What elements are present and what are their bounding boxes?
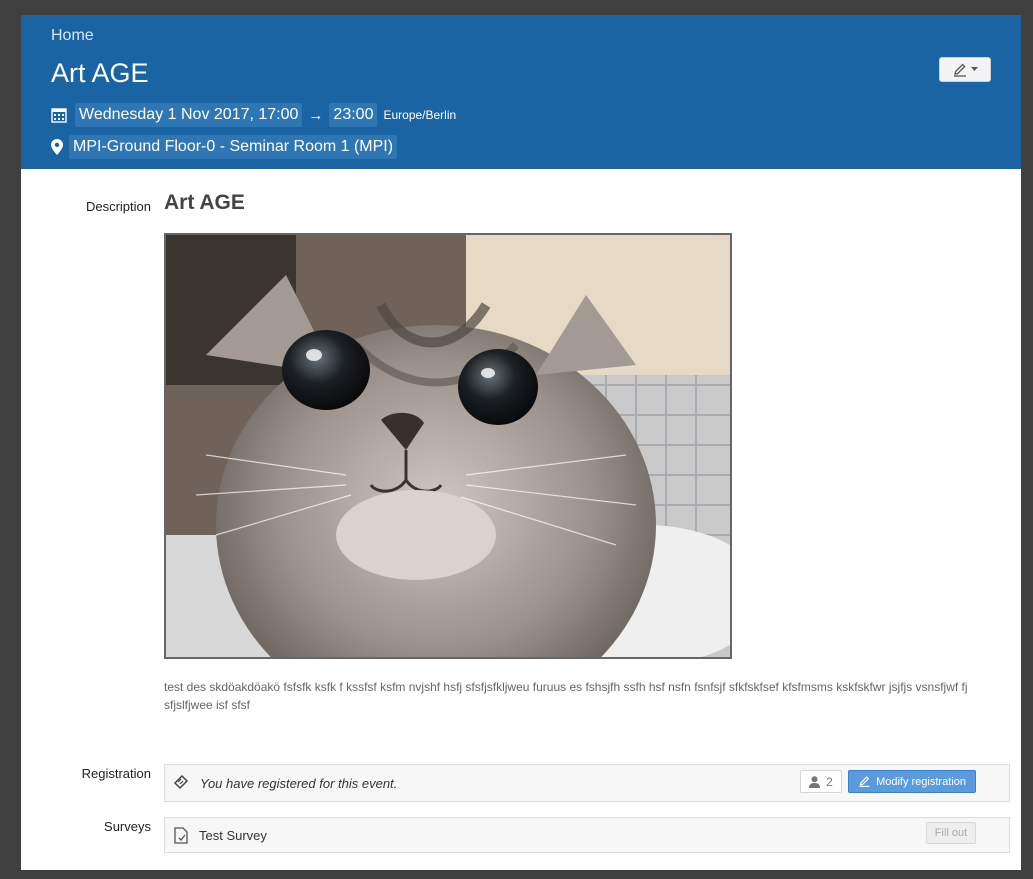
date-arrow: → (308, 106, 324, 124)
surveys-box: Test Survey Fill out (164, 817, 1010, 853)
registrant-count-badge: 2 (800, 770, 842, 793)
kitten-photo (164, 233, 732, 659)
modify-registration-label: Modify registration (876, 775, 966, 788)
event-header: Home Art AGE Wednesday 1 Nov 2017, 17:00… (21, 15, 1021, 169)
modify-registration-button[interactable]: Modify registration (848, 770, 976, 793)
event-timezone: Europe/Berlin (383, 108, 457, 122)
event-page: Home Art AGE Wednesday 1 Nov 2017, 17:00… (21, 15, 1021, 870)
pencil-icon (858, 775, 871, 788)
ticket-icon (173, 774, 189, 790)
description-text: test des skdöakdöakö fsfsfk ksfk f kssfs… (164, 680, 968, 712)
fill-out-button[interactable]: Fill out (926, 822, 976, 844)
registration-label: Registration (81, 766, 151, 781)
description-label: Description (85, 199, 151, 214)
registrant-count: 2 (826, 774, 833, 789)
description-heading: Art AGE (164, 191, 245, 214)
registration-box: You have registered for this event. 2 Mo… (164, 764, 1010, 802)
caret-down-icon (971, 67, 978, 72)
edit-event-button[interactable] (939, 57, 991, 82)
page-title: Art AGE (51, 58, 149, 88)
event-location-row: MPI-Ground Floor-0 - Seminar Room 1 (MPI… (51, 135, 398, 159)
event-start-date: Wednesday 1 Nov 2017, 17:00 (75, 103, 303, 127)
registration-message: You have registered for this event. (200, 776, 398, 791)
survey-document-icon (174, 827, 189, 844)
survey-name[interactable]: Test Survey (199, 828, 267, 843)
surveys-label: Surveys (104, 819, 151, 834)
event-end-time: 23:00 (329, 103, 378, 127)
calendar-icon (51, 107, 67, 123)
pencil-icon (952, 62, 968, 78)
event-location[interactable]: MPI-Ground Floor-0 - Seminar Room 1 (MPI… (69, 135, 398, 159)
map-pin-icon (51, 139, 63, 155)
breadcrumb-home[interactable]: Home (51, 27, 94, 45)
event-date-row: Wednesday 1 Nov 2017, 17:00 → 23:00 Euro… (51, 103, 456, 127)
user-icon (809, 775, 821, 788)
